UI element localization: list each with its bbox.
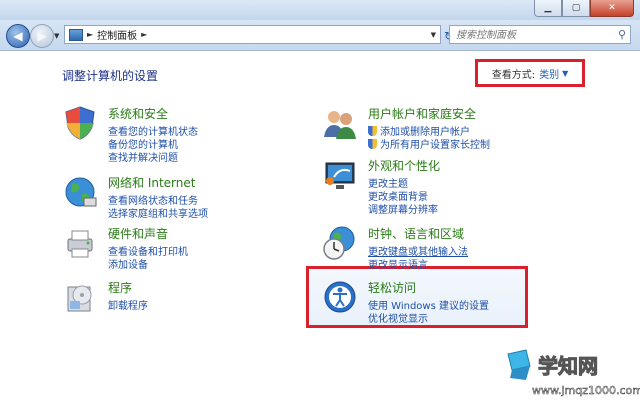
category-title[interactable]: 轻松访问 xyxy=(368,279,416,296)
forward-button[interactable]: ▶ xyxy=(30,24,54,48)
uac-shield-icon xyxy=(368,139,377,149)
watermark: 学知网 www.jmqz1000.com xyxy=(500,340,640,410)
category-title[interactable]: 时钟、语言和区域 xyxy=(368,225,464,242)
link-optimize-visual-display[interactable]: 优化视觉显示 xyxy=(368,310,428,325)
programs-icon xyxy=(67,285,92,312)
clock-globe-icon xyxy=(323,226,355,260)
search-input[interactable] xyxy=(454,27,608,44)
watermark-title: 学知网 xyxy=(538,354,599,379)
category-network-internet: 网络和 Internet 查看网络状态和任务 选择家庭组和共享选项 xyxy=(62,174,262,222)
view-by-selector[interactable]: 查看方式: 类别 ▼ xyxy=(475,59,585,87)
network-globe-icon xyxy=(65,177,97,207)
category-ease-of-access: 轻松访问 使用 Windows 建议的设置 优化视觉显示 xyxy=(322,279,522,325)
link-screen-resolution[interactable]: 调整屏幕分辨率 xyxy=(368,201,438,216)
view-by-value[interactable]: 类别 xyxy=(539,66,559,81)
address-bar[interactable]: ► 控制面板 ► ▼ xyxy=(64,25,441,44)
chevron-down-icon[interactable]: ▼ xyxy=(562,69,568,78)
category-title[interactable]: 硬件和声音 xyxy=(108,225,168,242)
link-parental-controls[interactable]: 为所有用户设置家长控制 xyxy=(368,136,490,151)
category-hardware-sound: 硬件和声音 查看设备和打印机 添加设备 xyxy=(62,225,262,273)
breadcrumb-separator-2[interactable]: ► xyxy=(141,30,147,39)
title-bar: ▁ ▢ ✕ xyxy=(0,0,640,20)
forward-arrow-icon: ▶ xyxy=(37,29,47,43)
breadcrumb-control-panel[interactable]: 控制面板 xyxy=(97,27,137,42)
maximize-button[interactable]: ▢ xyxy=(562,0,590,17)
category-programs: 程序 卸载程序 xyxy=(62,279,262,319)
watermark-url: www.jmqz1000.com xyxy=(532,384,640,398)
close-button[interactable]: ✕ xyxy=(590,0,634,17)
category-title[interactable]: 用户帐户和家庭安全 xyxy=(368,105,476,122)
category-appearance: 外观和个性化 更改主题 更改桌面背景 调整屏幕分辨率 xyxy=(322,157,522,217)
navigation-bar: ◀ ▶ ▼ ► 控制面板 ► ▼ ↻ ⚲ xyxy=(0,20,640,51)
users-icon xyxy=(324,111,356,139)
category-clock-language-region: 时钟、语言和区域 更改键盘或其他输入法 更改显示语言 xyxy=(322,225,522,271)
monitor-icon xyxy=(325,162,355,189)
category-title[interactable]: 网络和 Internet xyxy=(108,174,195,191)
minimize-button[interactable]: ▁ xyxy=(534,0,562,17)
category-title[interactable]: 程序 xyxy=(108,279,132,296)
link-change-display-language[interactable]: 更改显示语言 xyxy=(368,256,428,271)
address-dropdown-button[interactable]: ▼ xyxy=(431,31,436,39)
recent-pages-dropdown[interactable]: ▼ xyxy=(54,32,59,40)
category-system-security: 系统和安全 查看您的计算机状态 备份您的计算机 查找并解决问题 xyxy=(62,105,262,165)
printer-icon xyxy=(67,230,93,258)
breadcrumb-separator[interactable]: ► xyxy=(87,30,93,39)
search-box[interactable]: ⚲ xyxy=(449,25,631,44)
category-title[interactable]: 外观和个性化 xyxy=(368,157,440,174)
ease-of-access-icon xyxy=(324,281,356,313)
back-button[interactable]: ◀ xyxy=(6,24,30,48)
window-controls: ▁ ▢ ✕ xyxy=(534,0,634,17)
link-add-device[interactable]: 添加设备 xyxy=(108,256,148,271)
link-find-fix-problems[interactable]: 查找并解决问题 xyxy=(108,149,178,164)
category-title[interactable]: 系统和安全 xyxy=(108,105,168,122)
page-title: 调整计算机的设置 xyxy=(62,69,159,83)
view-by-label: 查看方式: xyxy=(491,69,536,81)
control-panel-icon xyxy=(69,28,83,41)
link-homegroup-sharing[interactable]: 选择家庭组和共享选项 xyxy=(108,205,208,220)
link-uninstall-program[interactable]: 卸载程序 xyxy=(108,297,148,312)
back-arrow-icon: ◀ xyxy=(13,29,23,43)
uac-shield-icon xyxy=(368,126,377,136)
watermark-logo-icon xyxy=(507,349,531,380)
category-user-accounts: 用户帐户和家庭安全 添加或删除用户帐户 为所有用户设置家长控制 xyxy=(322,105,522,153)
search-icon[interactable]: ⚲ xyxy=(618,28,626,41)
shield-icon xyxy=(65,106,95,140)
